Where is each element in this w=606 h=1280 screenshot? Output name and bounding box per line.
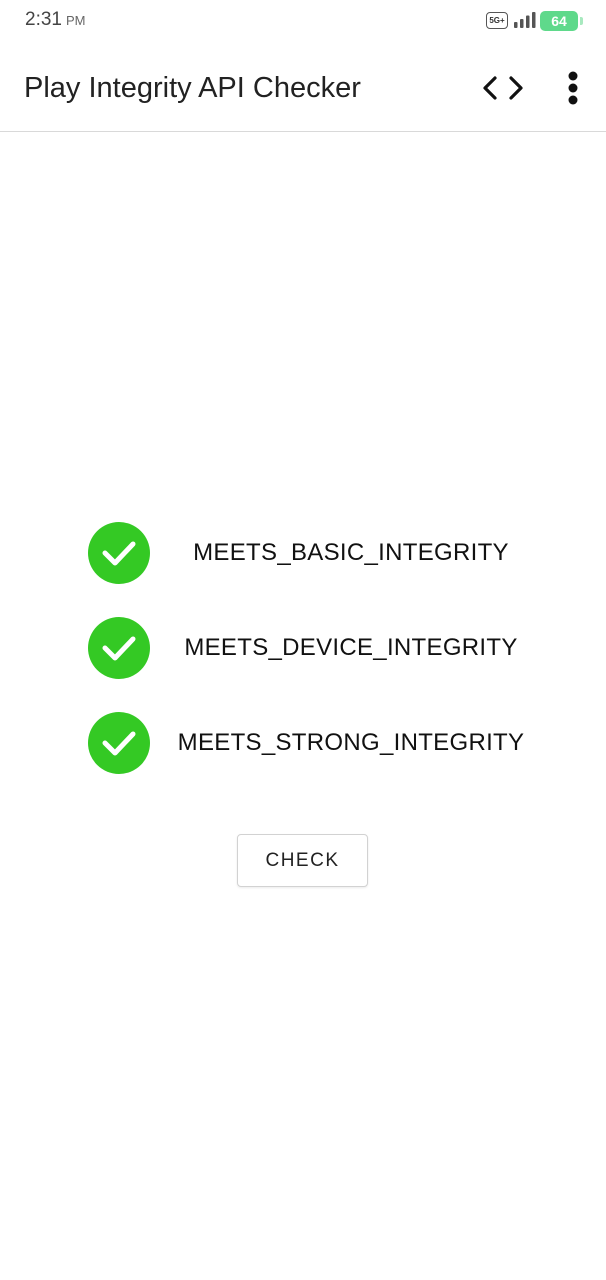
- app-title: Play Integrity API Checker: [24, 72, 361, 104]
- status-time: 2:31 PM: [25, 9, 85, 31]
- result-label: MEETS_BASIC_INTEGRITY: [193, 539, 509, 566]
- result-row-basic: MEETS_BASIC_INTEGRITY: [88, 522, 548, 584]
- status-bar: 2:31 PM 5G+ 64: [0, 0, 606, 42]
- more-options-button[interactable]: [556, 68, 590, 108]
- result-label: MEETS_DEVICE_INTEGRITY: [184, 634, 518, 661]
- signal-bars-icon: [514, 12, 536, 28]
- result-label: MEETS_STRONG_INTEGRITY: [177, 729, 525, 756]
- result-row-strong: MEETS_STRONG_INTEGRITY: [88, 712, 548, 774]
- code-brackets-icon: [483, 76, 523, 100]
- status-time-ampm: PM: [65, 13, 86, 28]
- code-view-button[interactable]: [478, 68, 528, 108]
- network-badge-icon: 5G+: [486, 12, 508, 29]
- check-circle-icon: [88, 617, 150, 679]
- result-row-device: MEETS_DEVICE_INTEGRITY: [88, 617, 548, 679]
- battery-level: 64: [551, 13, 567, 29]
- more-vert-icon: [568, 71, 578, 105]
- check-circle-icon: [88, 522, 150, 584]
- app-bar: Play Integrity API Checker: [0, 42, 606, 132]
- battery-icon: 64: [540, 11, 583, 31]
- battery-tip: [580, 17, 583, 25]
- screen: 2:31 PM 5G+ 64 Play Integrity API Checker: [0, 0, 606, 1280]
- check-button[interactable]: CHECK: [237, 834, 368, 887]
- check-circle-icon: [88, 712, 150, 774]
- status-time-value: 2:31: [25, 9, 62, 30]
